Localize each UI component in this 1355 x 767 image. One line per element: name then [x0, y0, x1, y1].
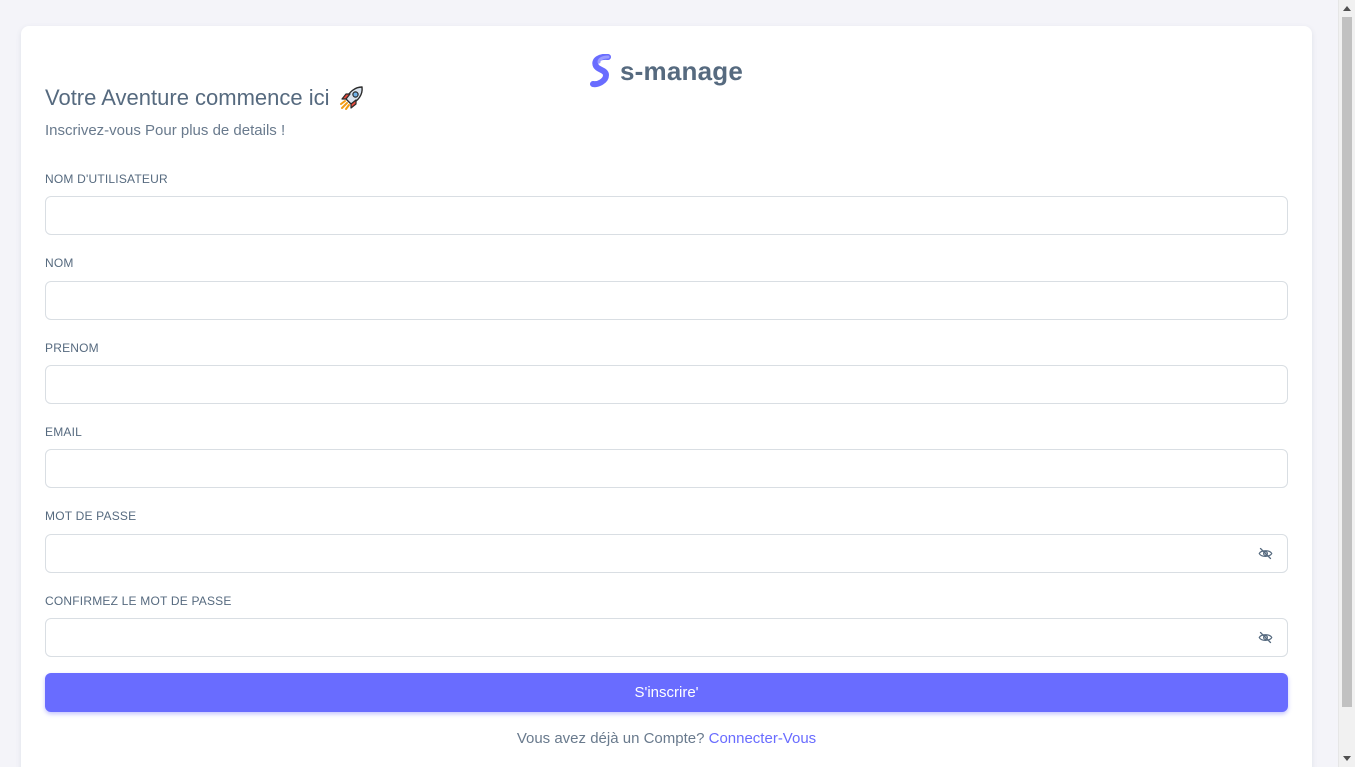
login-link[interactable]: Connecter-Vous [709, 730, 817, 747]
email-input[interactable] [45, 449, 1288, 488]
confirm-password-input[interactable] [45, 618, 1288, 657]
email-label: EMAIL [45, 425, 83, 439]
brand[interactable]: s-manage [21, 54, 1312, 88]
nom-label: NOM [45, 256, 74, 270]
login-prompt-text: Vous avez déjà un Compte? [516, 730, 705, 747]
scroll-down-icon[interactable] [1339, 751, 1355, 767]
page: s-manage Votre Aventure commence ici Ins… [0, 0, 1355, 767]
nom-input[interactable] [45, 281, 1288, 320]
register-button[interactable]: S'inscrire' [45, 673, 1288, 712]
brand-name: s-manage [620, 55, 743, 86]
prenom-input[interactable] [45, 365, 1288, 404]
s-logo-icon [590, 54, 612, 88]
scroll-up-icon[interactable] [1339, 0, 1355, 16]
password-toggle-eye-off-icon[interactable] [1257, 545, 1273, 561]
heading: Votre Aventure commence ici [45, 84, 366, 112]
scroll-thumb[interactable] [1342, 17, 1352, 707]
confirm-password-toggle-eye-off-icon[interactable] [1257, 629, 1273, 645]
rocket-icon [338, 84, 366, 112]
page-title: Votre Aventure commence ici [45, 85, 330, 110]
password-label: MOT DE PASSE [45, 509, 137, 523]
page-subtitle: Inscrivez-vous Pour plus de details ! [45, 122, 286, 139]
vertical-scrollbar[interactable] [1338, 0, 1355, 767]
prenom-label: PRENOM [45, 341, 99, 355]
login-prompt: Vous avez déjà un Compte? Connecter-Vous [21, 730, 1312, 747]
username-input[interactable] [45, 196, 1288, 235]
confirm-password-label: CONFIRMEZ LE MOT DE PASSE [45, 594, 232, 608]
username-label: NOM D'UTILISATEUR [45, 172, 168, 186]
register-card: s-manage Votre Aventure commence ici Ins… [21, 26, 1312, 767]
password-input[interactable] [45, 534, 1288, 573]
